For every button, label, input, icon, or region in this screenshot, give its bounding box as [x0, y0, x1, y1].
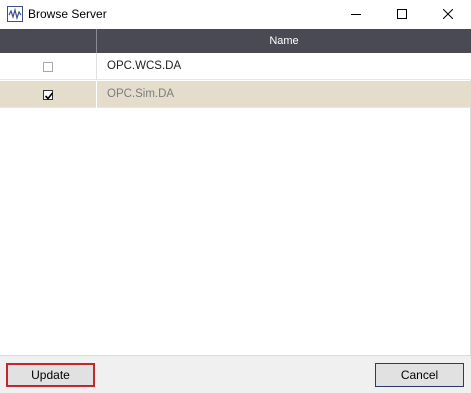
close-icon [442, 8, 454, 22]
select-cell [0, 81, 97, 108]
server-name: OPC.WCS.DA [107, 60, 182, 72]
server-grid: Name OPC.WCS.DA OPC.Sim.DA [0, 29, 471, 355]
maximize-icon [397, 8, 407, 22]
row-checkbox[interactable] [43, 62, 53, 72]
close-button[interactable] [425, 0, 471, 29]
maximize-button[interactable] [379, 0, 425, 29]
update-button[interactable]: Update [6, 363, 95, 387]
column-header-name[interactable]: Name [97, 29, 471, 53]
grid-header: Name [0, 29, 471, 53]
column-header-select[interactable] [0, 29, 97, 53]
browse-server-dialog: Browse Server Name OPC.WCS.DA OPC.Sim.DA… [0, 0, 471, 393]
cancel-button[interactable]: Cancel [375, 363, 464, 387]
title-bar: Browse Server [0, 0, 471, 29]
checkmark-icon [44, 92, 54, 100]
server-name: OPC.Sim.DA [107, 88, 175, 100]
table-row[interactable]: OPC.WCS.DA [0, 53, 471, 80]
table-row[interactable]: OPC.Sim.DA [0, 81, 471, 108]
dialog-footer: Update Cancel [0, 355, 471, 393]
minimize-icon [351, 8, 361, 22]
window-title: Browse Server [28, 7, 107, 21]
waveform-icon [7, 6, 23, 22]
select-cell [0, 53, 97, 80]
minimize-button[interactable] [333, 0, 379, 29]
row-checkbox[interactable] [43, 90, 54, 100]
